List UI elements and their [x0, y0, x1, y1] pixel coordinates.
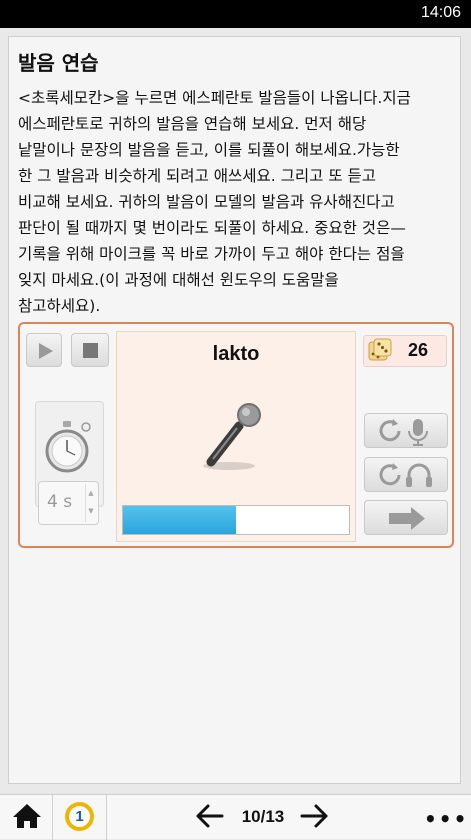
instruction-line: 잊지 마세요.(이 과정에 대해선 윈도우의 도움말을	[18, 271, 339, 289]
timer-box: 4 s ▲ ▼	[35, 401, 104, 525]
status-time: 14:06	[420, 4, 461, 21]
status-bar: 14:06	[0, 0, 471, 28]
stop-icon	[83, 343, 98, 358]
stopwatch-icon	[45, 421, 91, 473]
replay-headphones-icon	[379, 463, 432, 487]
next-page-button[interactable]	[300, 803, 330, 829]
level-number: 1	[69, 806, 90, 827]
play-icon	[39, 343, 53, 359]
instruction-line: 비교해 보세요. 귀하의 발음이 모델의 발음과 유사해진다고	[18, 193, 395, 211]
divider	[52, 795, 53, 840]
stepper-arrows[interactable]: ▲ ▼	[85, 484, 96, 522]
instruction-line: 낱말이나 문장의 발음을 듣고, 이를 되풀이 해보세요.가능한	[18, 141, 400, 159]
progress-fill	[123, 506, 236, 534]
instruction-line: 기록을 위해 마이크를 꼭 바로 가까이 두고 해야 한다는 점을	[18, 245, 405, 263]
listen-again-button[interactable]	[364, 457, 448, 492]
instruction-line: <초록세모칸>을 누르면 에스페란토 발음들이 나옵니다.지금	[18, 89, 411, 107]
replay-microphone-icon	[379, 419, 428, 446]
dice-counter[interactable]: 26	[363, 335, 447, 367]
more-icon[interactable]: •••	[424, 807, 468, 831]
divider	[106, 795, 107, 840]
instruction-line: 참고하세요).	[18, 297, 101, 315]
dice-icon	[368, 338, 392, 361]
page-indicator: 10/13	[241, 807, 285, 826]
word-card: lakto	[116, 331, 356, 542]
level-badge[interactable]: 1	[65, 802, 94, 831]
page-title: 발음 연습	[18, 51, 99, 75]
timer-value: 4 s	[47, 492, 73, 512]
recording-progress-bar	[122, 505, 350, 535]
practice-word: lakto	[212, 343, 260, 365]
stop-button[interactable]	[71, 333, 109, 367]
instruction-line: 에스페란토로 귀하의 발음을 연습해 보세요. 먼저 해당	[18, 115, 367, 133]
prev-page-button[interactable]	[194, 803, 224, 829]
practice-panel: 4 s ▲ ▼ lakto 26	[18, 322, 454, 548]
bottom-navigation: 1 10/13 •••	[0, 794, 471, 840]
lesson-card: 발음 연습 <초록세모칸>을 누르면 에스페란토 발음들이 나옵니다.지금 에스…	[8, 36, 461, 784]
next-button[interactable]	[364, 500, 448, 535]
arrow-right-icon	[389, 507, 425, 530]
instructions-text: <초록세모칸>을 누르면 에스페란토 발음들이 나옵니다.지금 에스페란토로 귀…	[18, 85, 458, 319]
microphone-icon	[203, 403, 261, 470]
home-icon[interactable]	[12, 802, 42, 830]
timer-stepper[interactable]: 4 s ▲ ▼	[38, 481, 99, 525]
instruction-line: 한 그 발음과 비슷하게 되려고 애쓰세요. 그리고 또 듣고	[18, 167, 377, 185]
instruction-line: 판단이 될 때까지 몇 번이라도 되풀이 하세요. 중요한 것은—	[18, 219, 406, 237]
dice-count: 26	[408, 340, 429, 360]
record-again-button[interactable]	[364, 413, 448, 448]
play-button[interactable]	[26, 333, 62, 367]
